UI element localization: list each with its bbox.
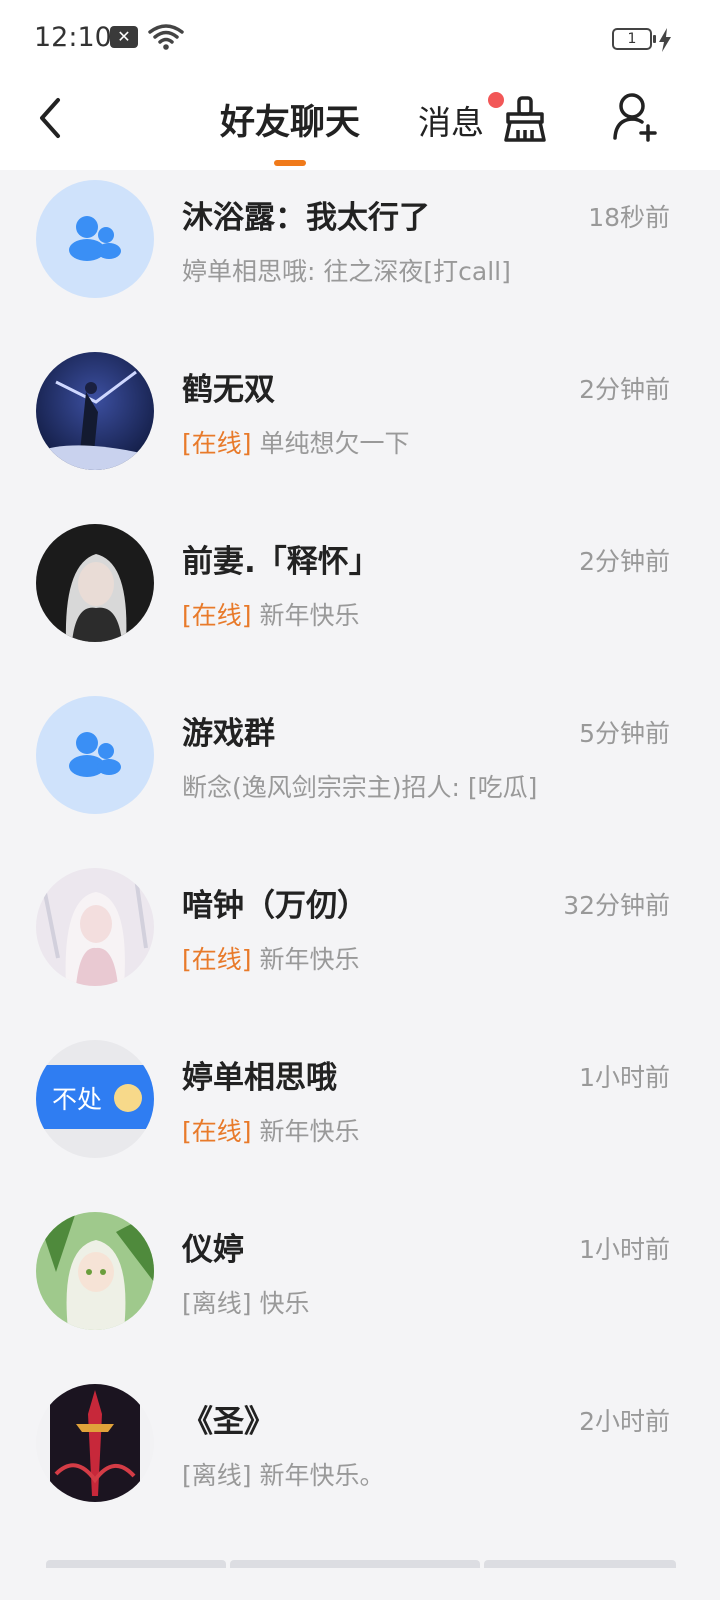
chat-preview: 婷单相思哦: 往之深夜[打call]	[182, 252, 511, 288]
online-status: [在线]	[182, 1117, 252, 1146]
chat-item[interactable]: 游戏群 5分钟前 断念(逸风剑宗宗主)招人: [吃瓜]	[0, 686, 720, 858]
back-icon[interactable]	[28, 92, 78, 142]
add-friend-icon[interactable]	[612, 92, 660, 142]
chat-item[interactable]: 《圣》 2小时前 [离线] 新年快乐。	[0, 1374, 720, 1546]
online-status: [在线]	[182, 601, 252, 630]
group-icon	[69, 732, 121, 777]
chat-item[interactable]: 不处 婷单相思哦 1小时前 [在线] 新年快乐	[0, 1030, 720, 1202]
chat-preview: [在线] 新年快乐	[182, 940, 359, 976]
preview-text: 婷单相思哦: 往之深夜[打call]	[182, 257, 511, 286]
chat-time: 5分钟前	[579, 719, 670, 748]
chat-item[interactable]: 前妻.「释怀」 2分钟前 [在线] 新年快乐	[0, 514, 720, 686]
group-icon	[69, 216, 121, 261]
preview-text: 新年快乐	[259, 601, 360, 630]
online-status: [在线]	[182, 945, 252, 974]
avatar-text: 不处	[52, 1085, 103, 1114]
offline-status: [离线]	[182, 1461, 252, 1490]
chat-name: 游戏群	[182, 716, 275, 752]
charging-icon	[659, 28, 671, 52]
preview-text: 断念(逸风剑宗宗主)招人: [吃瓜]	[182, 773, 538, 802]
online-status: [在线]	[182, 429, 252, 458]
avatar	[36, 868, 154, 986]
chat-preview: [在线] 新年快乐	[182, 596, 359, 632]
group-avatar	[36, 696, 154, 814]
offline-status: [离线]	[182, 1289, 252, 1318]
avatar-image	[36, 524, 154, 642]
avatar-image	[36, 1384, 154, 1502]
preview-text: 新年快乐	[259, 945, 360, 974]
preview-text: 单纯想欠一下	[259, 429, 410, 458]
peek-segment	[484, 1560, 676, 1568]
chat-preview: [在线] 新年快乐	[182, 1112, 359, 1148]
preview-text: 快乐	[259, 1289, 310, 1318]
chat-item[interactable]: 沐浴露：我太行了 18秒前 婷单相思哦: 往之深夜[打call]	[0, 170, 720, 342]
status-time: 12:10	[34, 22, 112, 53]
chat-name: 前妻.「释怀」	[182, 544, 380, 580]
preview-text: 新年快乐	[259, 1117, 360, 1146]
chat-name: 婷单相思哦	[182, 1060, 337, 1096]
tab-messages[interactable]: 消息	[418, 96, 484, 144]
chat-time: 18秒前	[588, 203, 670, 232]
chat-preview: [离线] 新年快乐。	[182, 1456, 384, 1492]
chat-time: 2小时前	[579, 1407, 670, 1436]
chat-name: 仪婷	[182, 1232, 244, 1268]
chat-time: 1小时前	[579, 1235, 670, 1264]
notification-icon: ✕	[110, 26, 138, 48]
active-tab-indicator	[274, 160, 306, 166]
emoji-icon	[114, 1084, 142, 1112]
peek-segment	[230, 1560, 480, 1568]
avatar	[36, 1212, 154, 1330]
chat-list: 沐浴露：我太行了 18秒前 婷单相思哦: 往之深夜[打call] 鹤无双 2分钟…	[0, 170, 720, 1546]
avatar	[36, 1384, 154, 1502]
peek-segment	[46, 1560, 226, 1568]
avatar: 不处	[36, 1040, 154, 1158]
preview-text: 新年快乐。	[259, 1461, 385, 1490]
chat-item[interactable]: 喑钟（万仞） 32分钟前 [在线] 新年快乐	[0, 858, 720, 1030]
chat-time: 32分钟前	[563, 891, 670, 920]
avatar-image	[36, 1212, 154, 1330]
clean-icon[interactable]	[500, 94, 550, 144]
chat-preview: 断念(逸风剑宗宗主)招人: [吃瓜]	[182, 768, 537, 804]
group-avatar	[36, 180, 154, 298]
chat-name: 《圣》	[182, 1404, 275, 1440]
avatar	[36, 352, 154, 470]
chat-name: 鹤无双	[182, 372, 275, 408]
avatar-image	[36, 352, 154, 470]
chat-time: 2分钟前	[579, 375, 670, 404]
chat-item[interactable]: 鹤无双 2分钟前 [在线] 单纯想欠一下	[0, 342, 720, 514]
chat-name: 沐浴露：我太行了	[182, 200, 430, 236]
chat-time: 2分钟前	[579, 547, 670, 576]
chat-name: 喑钟（万仞）	[182, 888, 368, 924]
top-nav-bar: 好友聊天 消息	[0, 80, 720, 170]
avatar-image	[36, 868, 154, 986]
battery-icon: 1	[612, 28, 656, 50]
avatar	[36, 524, 154, 642]
wifi-icon	[148, 24, 184, 50]
next-item-peek	[46, 1560, 676, 1600]
chat-preview: [离线] 快乐	[182, 1284, 309, 1320]
chat-preview: [在线] 单纯想欠一下	[182, 424, 409, 460]
status-bar: 12:10 ✕ 1	[0, 0, 720, 80]
chat-time: 1小时前	[579, 1063, 670, 1092]
battery-level: 1	[627, 31, 637, 47]
tab-friend-chat[interactable]: 好友聊天	[220, 94, 360, 145]
chat-item[interactable]: 仪婷 1小时前 [离线] 快乐	[0, 1202, 720, 1374]
